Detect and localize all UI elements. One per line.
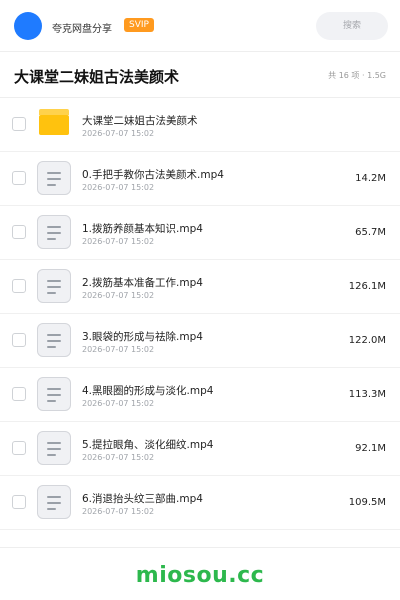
folder-icon	[37, 107, 71, 141]
item-size: 109.5M	[348, 497, 386, 508]
select-checkbox[interactable]	[12, 387, 26, 401]
item-date: 2026-07-07 15:02	[82, 237, 155, 246]
list-item[interactable]: 2.拨筋基本准备工作.mp4 2026-07-07 15:02 126.1M	[0, 260, 400, 314]
item-name: 0.手把手教你古法美颜术.mp4	[82, 169, 224, 181]
select-checkbox[interactable]	[12, 441, 26, 455]
list-item[interactable]: 5.提拉眼角、淡化细纹.mp4 2026-07-07 15:02 92.1M	[0, 422, 400, 476]
item-name: 4.黑眼圈的形成与淡化.mp4	[82, 385, 214, 397]
select-checkbox[interactable]	[12, 279, 26, 293]
avatar[interactable]	[14, 12, 42, 40]
page-title: 大课堂二妹姐古法美颜术	[14, 68, 180, 86]
item-name: 2.拨筋基本准备工作.mp4	[82, 277, 203, 289]
video-file-icon	[37, 431, 71, 465]
item-date: 2026-07-07 15:02	[82, 345, 155, 354]
item-size: 113.3M	[348, 389, 386, 400]
video-file-icon	[37, 377, 71, 411]
item-name: 大课堂二妹姐古法美颜术	[82, 115, 198, 127]
video-file-icon	[37, 269, 71, 303]
list-item[interactable]: 1.拨筋养颜基本知识.mp4 2026-07-07 15:02 65.7M	[0, 206, 400, 260]
item-name: 5.提拉眼角、淡化细纹.mp4	[82, 439, 214, 451]
search-input[interactable]: 搜索	[316, 12, 388, 40]
item-date: 2026-07-07 15:02	[82, 129, 155, 138]
video-file-icon	[37, 161, 71, 195]
share-header: 夸克网盘分享 SVIP 搜索	[0, 0, 400, 52]
item-name: 1.拨筋养颜基本知识.mp4	[82, 223, 203, 235]
item-count-summary: 共 16 项 · 1.5G	[328, 71, 386, 80]
item-date: 2026-07-07 15:02	[82, 507, 155, 516]
footer-divider	[0, 547, 400, 548]
video-file-icon	[37, 215, 71, 249]
item-name: 3.眼袋的形成与祛除.mp4	[82, 331, 203, 343]
file-list: 大课堂二妹姐古法美颜术 2026-07-07 15:02 0.手把手教你古法美颜…	[0, 98, 400, 530]
select-checkbox[interactable]	[12, 171, 26, 185]
select-checkbox[interactable]	[12, 117, 26, 131]
select-checkbox[interactable]	[12, 225, 26, 239]
item-size: 122.0M	[348, 335, 386, 346]
list-item[interactable]: 3.眼袋的形成与祛除.mp4 2026-07-07 15:02 122.0M	[0, 314, 400, 368]
item-date: 2026-07-07 15:02	[82, 291, 155, 300]
video-file-icon	[37, 323, 71, 357]
list-item[interactable]: 大课堂二妹姐古法美颜术 2026-07-07 15:02	[0, 98, 400, 152]
item-name: 6.消退抬头纹三部曲.mp4	[82, 493, 203, 505]
item-size: 65.7M	[355, 227, 386, 238]
select-checkbox[interactable]	[12, 333, 26, 347]
select-checkbox[interactable]	[12, 495, 26, 509]
svip-badge: SVIP	[124, 18, 154, 32]
list-item[interactable]: 4.黑眼圈的形成与淡化.mp4 2026-07-07 15:02 113.3M	[0, 368, 400, 422]
item-date: 2026-07-07 15:02	[82, 453, 155, 462]
video-file-icon	[37, 485, 71, 519]
watermark-text: miosou.cc	[135, 563, 265, 588]
item-date: 2026-07-07 15:02	[82, 183, 155, 192]
folder-title-bar: 大课堂二妹姐古法美颜术 共 16 项 · 1.5G	[0, 52, 400, 98]
share-name: 夸克网盘分享	[52, 24, 112, 35]
item-size: 14.2M	[355, 173, 386, 184]
item-size: 126.1M	[348, 281, 386, 292]
list-item[interactable]: 0.手把手教你古法美颜术.mp4 2026-07-07 15:02 14.2M	[0, 152, 400, 206]
list-item[interactable]: 6.消退抬头纹三部曲.mp4 2026-07-07 15:02 109.5M	[0, 476, 400, 530]
item-date: 2026-07-07 15:02	[82, 399, 155, 408]
item-size: 92.1M	[355, 443, 386, 454]
